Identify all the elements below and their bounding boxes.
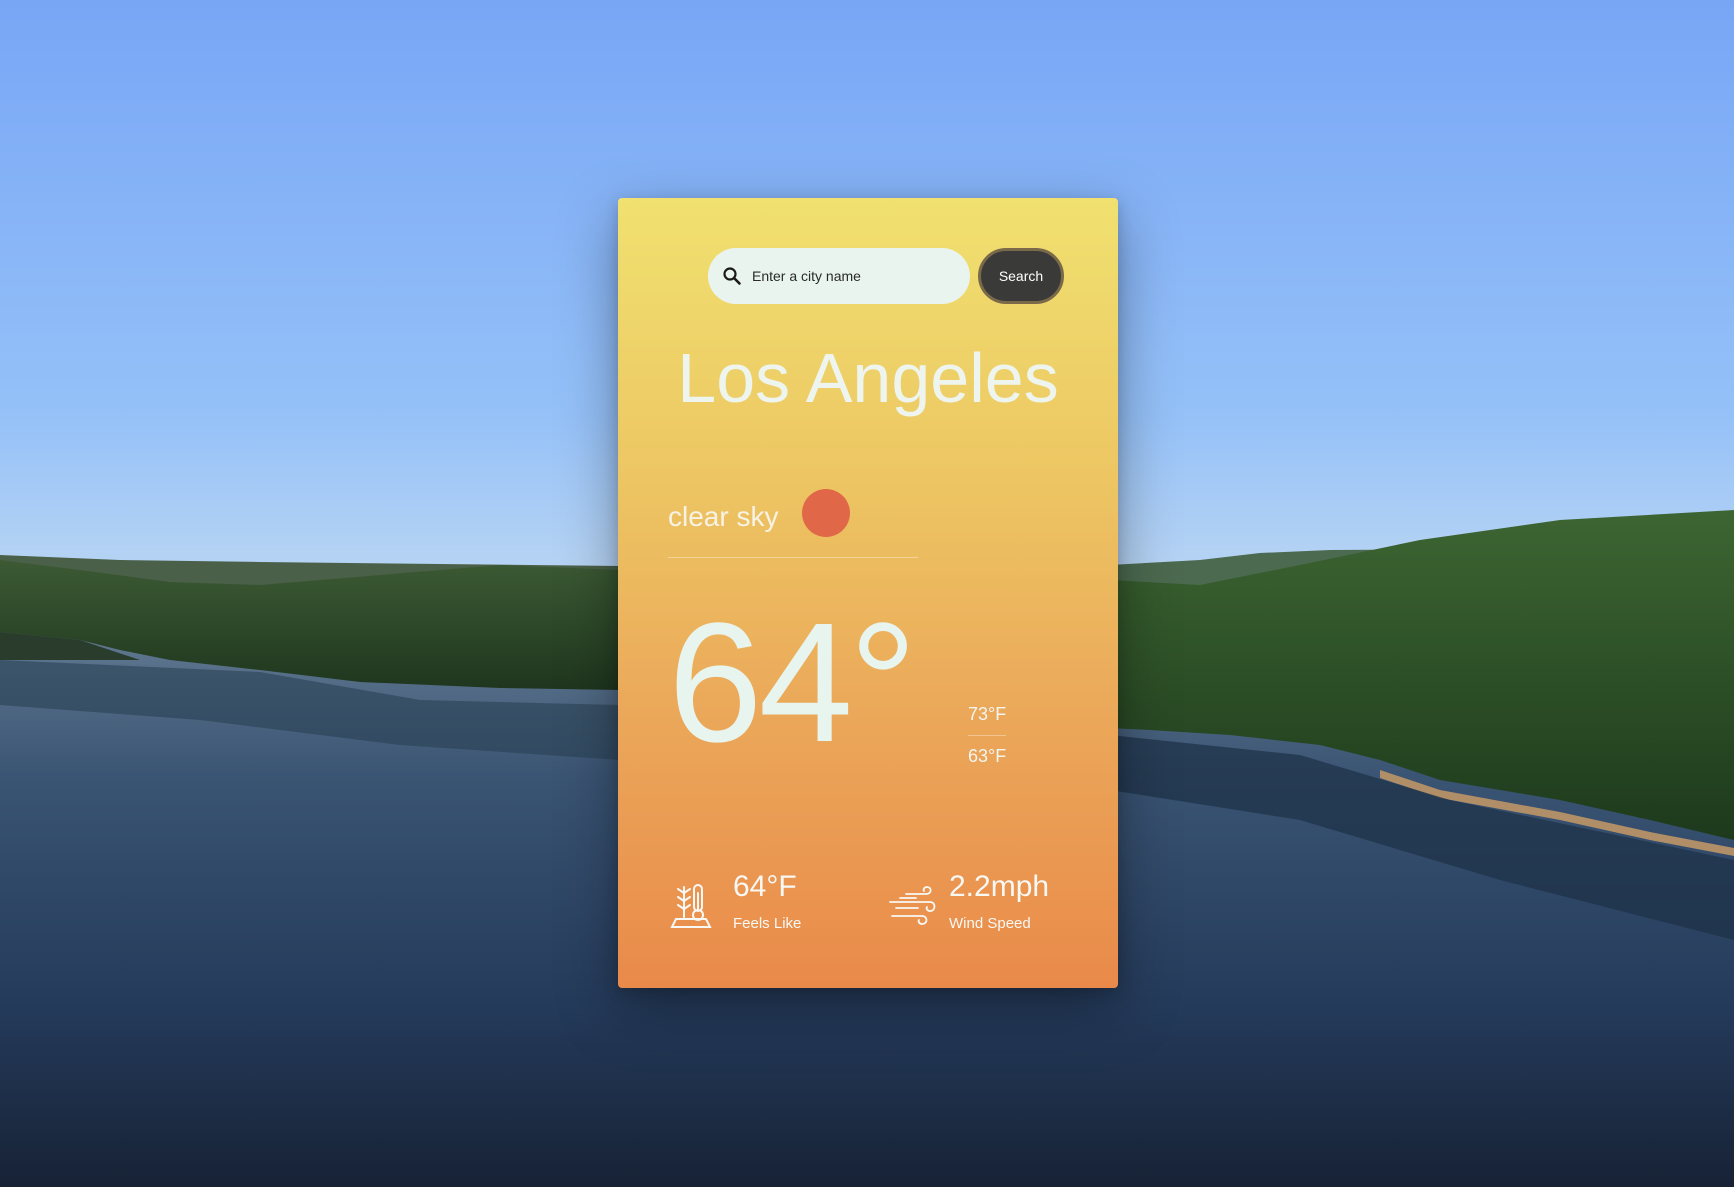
search-icon	[723, 267, 741, 285]
wind-speed-label: Wind Speed	[949, 915, 1031, 932]
search-box	[708, 248, 970, 304]
feels-like-label: Feels Like	[733, 915, 802, 932]
min-max-divider	[968, 735, 1006, 736]
temp-low: 63°F	[968, 746, 1007, 766]
city-name: Los Angeles	[677, 339, 1059, 417]
description-divider	[668, 557, 918, 558]
weather-card: Search Los Angeles clear sky 64° 73°F 63…	[618, 198, 1118, 988]
thermometer-icon	[670, 884, 712, 928]
city-search-input[interactable]	[752, 254, 956, 298]
temp-high: 73°F	[968, 704, 1007, 724]
weather-description: clear sky	[668, 501, 779, 532]
wind-speed-value: 2.2mph	[949, 870, 1050, 903]
wind-icon	[889, 886, 936, 925]
search-button[interactable]: Search	[978, 248, 1064, 304]
feels-like-value: 64°F	[733, 870, 797, 903]
sun-icon	[802, 489, 850, 537]
current-temperature: 64°	[668, 588, 917, 778]
